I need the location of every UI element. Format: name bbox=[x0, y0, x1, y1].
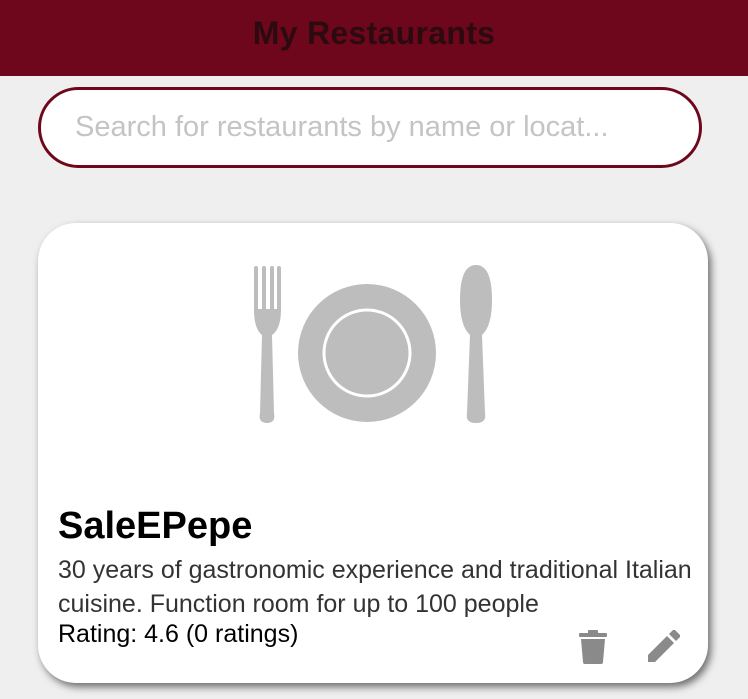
search-bar[interactable] bbox=[38, 87, 702, 168]
app-header: My Restaurants bbox=[0, 0, 748, 76]
page-title: My Restaurants bbox=[252, 14, 496, 51]
plate-fork-spoon-icon bbox=[254, 265, 492, 423]
restaurant-image bbox=[38, 243, 708, 483]
search-input[interactable] bbox=[73, 110, 677, 145]
restaurant-name: SaleEPepe bbox=[58, 505, 253, 547]
restaurant-description: 30 years of gastronomic experience and t… bbox=[58, 556, 692, 618]
edit-button[interactable] bbox=[643, 627, 683, 667]
restaurant-card[interactable]: SaleEPepe 30 years of gastronomic experi… bbox=[38, 223, 708, 683]
restaurant-rating: Rating: 4.6 (0 ratings) bbox=[58, 620, 299, 648]
trash-icon bbox=[579, 630, 607, 664]
delete-button[interactable] bbox=[573, 627, 613, 667]
pencil-icon bbox=[648, 630, 680, 662]
